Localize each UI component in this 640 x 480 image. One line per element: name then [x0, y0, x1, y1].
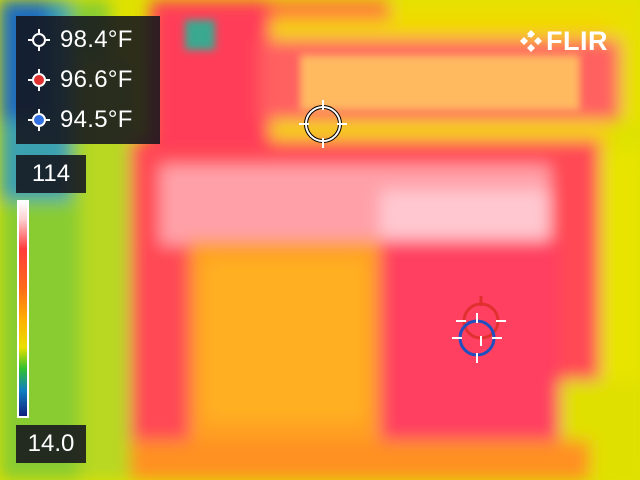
- scale-min-label: 14.0: [16, 425, 86, 463]
- measurement-row[interactable]: 96.6°F: [16, 60, 160, 100]
- measurement-value: 96.6°F: [60, 66, 133, 93]
- measurement-value: 98.4°F: [60, 26, 133, 53]
- scale-max-label: 114: [16, 155, 86, 193]
- flir-logo-icon: [520, 30, 542, 52]
- crosshair-blue-icon: [28, 109, 50, 131]
- spot-marker-3[interactable]: [452, 313, 502, 363]
- brand-logo: FLIR: [520, 26, 608, 56]
- thermal-camera-view: 98.4°F 96.6°F 94.5°F 114 14.0 FLIR: [0, 0, 640, 480]
- measurement-panel: 98.4°F 96.6°F 94.5°F: [16, 16, 160, 144]
- measurement-row[interactable]: 94.5°F: [16, 100, 160, 140]
- measurement-row[interactable]: 98.4°F: [16, 20, 160, 60]
- spot-marker-1[interactable]: [299, 100, 347, 148]
- color-scale-bar: [17, 200, 29, 418]
- crosshair-white-icon: [28, 29, 50, 51]
- crosshair-red-icon: [28, 69, 50, 91]
- brand-name: FLIR: [546, 25, 608, 56]
- measurement-value: 94.5°F: [60, 106, 133, 133]
